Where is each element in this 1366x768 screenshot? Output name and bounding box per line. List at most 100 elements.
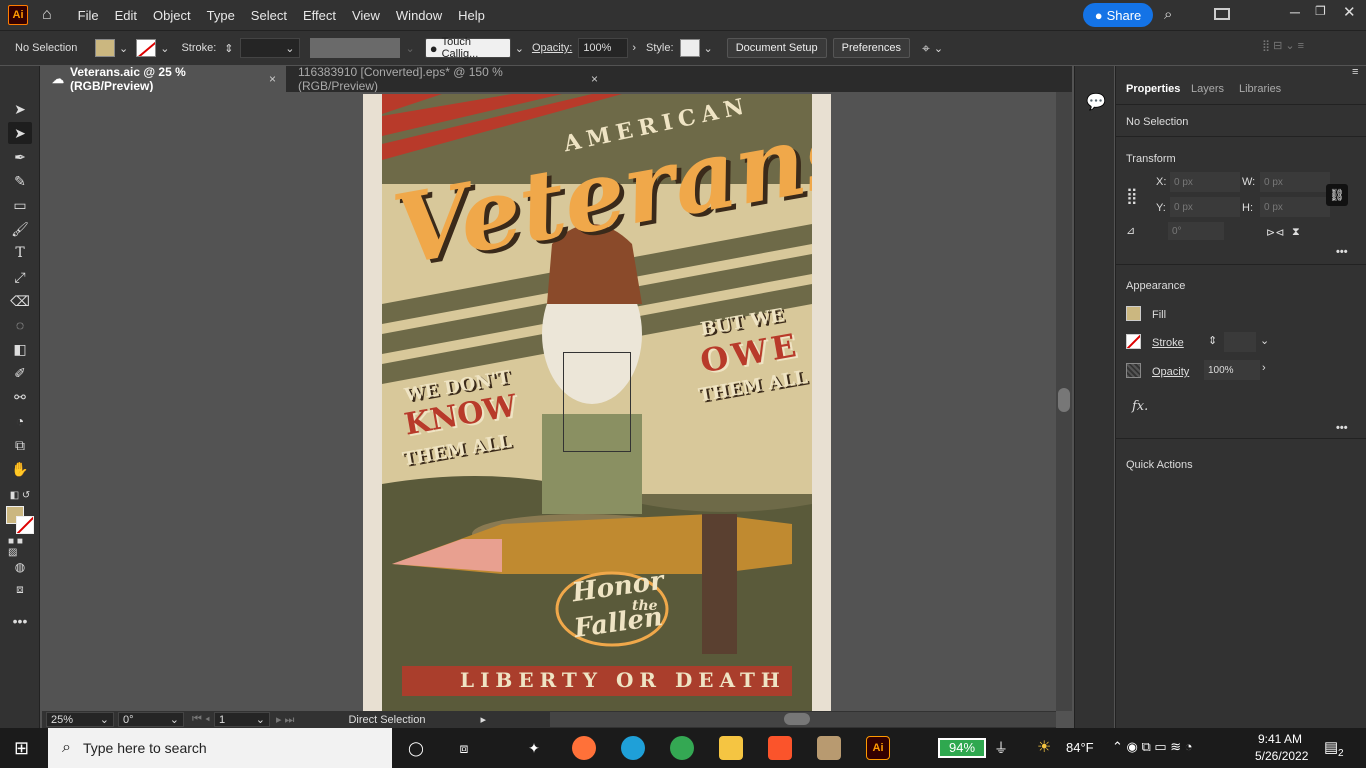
rotation-dropdown[interactable]: 0° ⌄ [118, 712, 184, 727]
widgets-icon[interactable]: ⧈ [452, 736, 476, 760]
paintbrush-tool-icon[interactable]: 🖌 [8, 218, 32, 240]
photos-icon[interactable] [817, 736, 841, 760]
next-artboard-icon[interactable]: ▸ ⏭ [276, 713, 294, 727]
h-input[interactable]: 0 px [1260, 197, 1330, 217]
chevron-down-icon[interactable]: ⌄ [1260, 334, 1269, 347]
illustrator-taskbar-icon[interactable]: Ai [866, 736, 890, 760]
tab-libraries[interactable]: Libraries [1239, 83, 1281, 95]
tab-veterans[interactable]: ☁ Veterans.aic @ 25 % (RGB/Preview) × [42, 65, 286, 93]
menu-object[interactable]: Object [145, 8, 199, 23]
artboard[interactable]: AMERICAN Veterans WE DON'T KNOW THEM ALL… [363, 94, 831, 711]
minimize-icon[interactable]: ─ [1290, 4, 1300, 20]
reference-point-icon[interactable]: ⣿ [1126, 186, 1138, 206]
chevron-down-icon[interactable]: ⌄ [704, 42, 713, 55]
edge-icon[interactable] [621, 736, 645, 760]
close-icon[interactable]: ✕ [1343, 3, 1356, 21]
preferences-button[interactable]: Preferences [832, 38, 910, 58]
y-input[interactable]: 0 px [1170, 197, 1240, 217]
artboard-dropdown[interactable]: 1 ⌄ [213, 712, 270, 727]
chevron-right-icon[interactable]: › [1262, 362, 1266, 374]
taskbar-search-box[interactable]: ⌕ Type here to search [48, 728, 392, 768]
flip-vertical-icon[interactable]: ⧗ [1292, 226, 1300, 239]
align-icon[interactable]: ⌖ [922, 40, 930, 57]
windows-start-icon[interactable]: ⊞ [14, 738, 29, 759]
menu-effect[interactable]: Effect [295, 8, 344, 23]
file-explorer-icon[interactable] [719, 736, 743, 760]
color-mode-icon[interactable]: ■ ■ ▨ [8, 536, 32, 558]
screen-mode-icon[interactable]: ⧈ [8, 578, 32, 600]
eyedropper-tool-icon[interactable]: ✐ [8, 362, 32, 384]
flip-horizontal-icon[interactable]: ⊳⊲ [1266, 226, 1284, 239]
more-options-icon[interactable]: ••• [1336, 422, 1348, 434]
tab-close-button[interactable]: × [269, 72, 276, 86]
style-swatch[interactable] [679, 39, 700, 57]
opacity-label[interactable]: Opacity [1152, 366, 1189, 378]
notification-icon[interactable]: ▤ [1324, 738, 1338, 756]
drawing-mode-icon[interactable]: ◍ [8, 556, 32, 578]
menu-file[interactable]: File [70, 8, 107, 23]
lasso-tool-icon[interactable]: ◌ [8, 314, 32, 336]
comments-icon[interactable]: 💬 [1086, 92, 1106, 112]
w-input[interactable]: 0 px [1260, 172, 1330, 192]
system-tray-icons[interactable]: ⌃ ◉ ⧉ ▭ ≋ ◔ [1112, 739, 1193, 755]
stepper-icon[interactable]: ⇕ [1208, 334, 1217, 347]
fill-swatch[interactable] [95, 39, 115, 57]
task-view-icon[interactable]: ◯ [404, 736, 428, 760]
blend-tool-icon[interactable]: ⚯ [8, 386, 32, 408]
battery-indicator[interactable]: 94% [938, 738, 986, 758]
constrain-proportions-icon[interactable]: ⛓ [1326, 184, 1348, 206]
menu-help[interactable]: Help [450, 8, 493, 23]
tab-close-button[interactable]: × [591, 72, 598, 86]
chevron-down-icon[interactable]: ⌄ [406, 42, 415, 55]
document-setup-button[interactable]: Document Setup [726, 38, 827, 58]
menu-window[interactable]: Window [388, 8, 450, 23]
direct-selection-tool-icon[interactable]: ➤ [8, 122, 32, 144]
panel-menu-icon[interactable]: ≡ [1352, 66, 1358, 78]
fill-swatch[interactable] [1126, 306, 1141, 321]
search-icon[interactable]: ⌕ [1164, 6, 1172, 23]
menu-view[interactable]: View [344, 8, 388, 23]
menu-type[interactable]: Type [199, 8, 243, 23]
stroke-color-box[interactable] [16, 516, 34, 534]
type-tool-icon[interactable]: T [8, 242, 32, 264]
stroke-label[interactable]: Stroke [1152, 337, 1184, 349]
panel-options-icon[interactable]: ⣿ ⊟ ⌄ ≡ [1262, 39, 1304, 52]
chrome-icon[interactable] [670, 736, 694, 760]
chevron-down-icon[interactable]: ⌄ [119, 42, 128, 55]
arrange-documents-icon[interactable] [1214, 8, 1230, 20]
home-icon[interactable]: ⌂ [42, 6, 52, 24]
chevron-down-icon[interactable]: ⌄ [515, 42, 524, 55]
menu-edit[interactable]: Edit [107, 8, 145, 23]
zoom-dropdown[interactable]: 25% ⌄ [46, 712, 114, 727]
horizontal-scrollbar[interactable] [550, 712, 1056, 727]
brush-dropdown[interactable]: ● Touch Callig... [424, 36, 511, 60]
weather-icon[interactable]: ☀ [1037, 737, 1051, 757]
stroke-weight-input[interactable] [1224, 332, 1256, 352]
pen-tool-icon[interactable]: ✒ [8, 146, 32, 168]
tab-converted-eps[interactable]: 116383910 [Converted].eps* @ 150 % (RGB/… [288, 65, 608, 93]
x-input[interactable]: 0 px [1170, 172, 1240, 192]
firefox-icon[interactable] [572, 736, 596, 760]
gradient-tool-icon[interactable]: ◧ [8, 338, 32, 360]
artboard-tool-icon[interactable]: ⧉ [8, 434, 32, 456]
clock-date[interactable]: 5/26/2022 [1255, 749, 1308, 763]
restore-icon[interactable]: ❐ [1315, 4, 1326, 18]
tab-layers[interactable]: Layers [1191, 83, 1224, 95]
rectangle-tool-icon[interactable]: ▭ [8, 194, 32, 216]
scale-tool-icon[interactable]: ⤢ [8, 266, 32, 288]
app-icon[interactable]: ✦ [522, 736, 546, 760]
first-artboard-icon[interactable]: ⏮ ◂ [192, 713, 210, 726]
selection-tool-icon[interactable]: ➤ [8, 98, 32, 120]
vertical-scrollbar[interactable] [1056, 92, 1072, 711]
shape-builder-tool-icon[interactable]: ◔ [8, 410, 32, 432]
variable-width-dropdown[interactable] [309, 38, 400, 58]
stepper-icon[interactable]: ⇕ [224, 42, 233, 55]
clock-time[interactable]: 9:41 AM [1258, 732, 1302, 746]
hand-tool-icon[interactable]: ✋ [8, 458, 32, 480]
chevron-down-icon[interactable]: ⌄ [934, 42, 943, 55]
fx-button[interactable]: fx. [1132, 399, 1148, 414]
chevron-down-icon[interactable]: ⌄ [160, 42, 169, 55]
curvature-tool-icon[interactable]: ✎ [8, 170, 32, 192]
tab-properties[interactable]: Properties [1126, 83, 1180, 95]
stroke-swatch[interactable] [1126, 334, 1141, 349]
